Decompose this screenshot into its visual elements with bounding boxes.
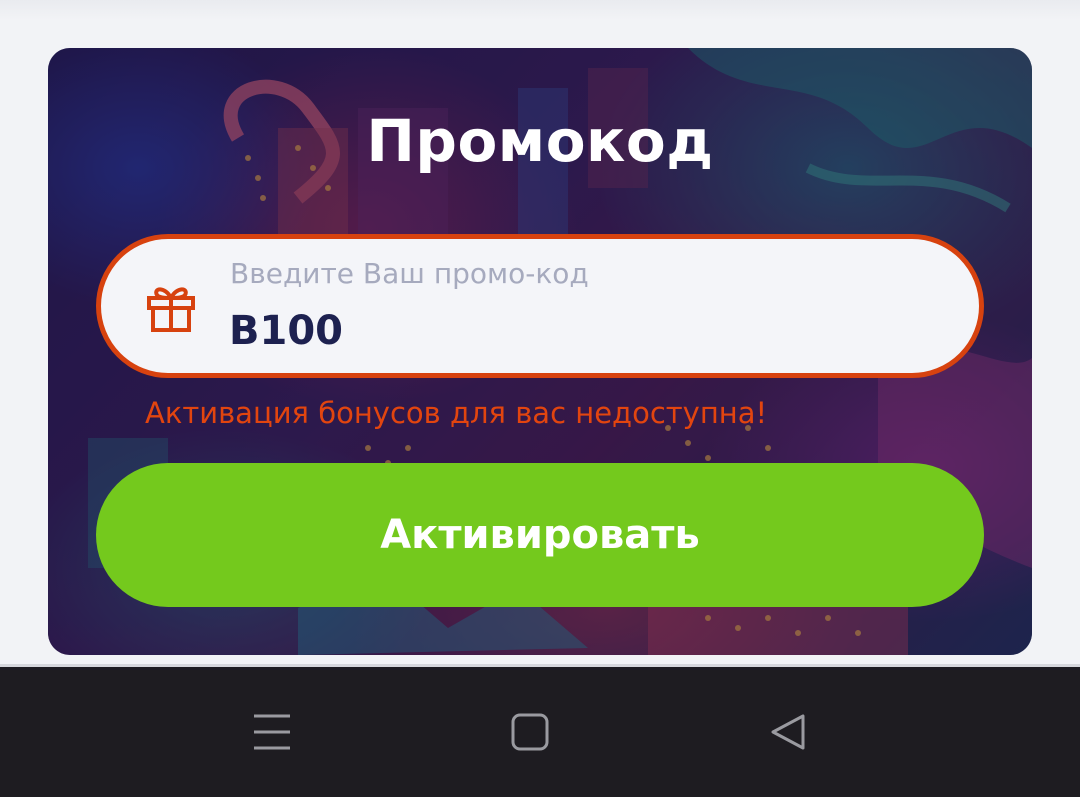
menu-lines-icon <box>254 714 290 750</box>
triangle-back-icon <box>771 714 805 750</box>
screen: Промокод Введите Ваш промо-код Активация… <box>0 0 1080 797</box>
square-icon <box>511 713 549 751</box>
promo-card: Промокод Введите Ваш промо-код Активация… <box>48 48 1032 655</box>
system-nav-bar <box>0 667 1080 797</box>
promo-code-field[interactable]: Введите Ваш промо-код <box>96 234 984 378</box>
home-button[interactable] <box>490 697 570 767</box>
top-strip <box>0 0 1080 20</box>
promo-code-label: Введите Ваш промо-код <box>230 257 589 290</box>
recent-apps-button[interactable] <box>232 697 312 767</box>
error-message: Активация бонусов для вас недоступна! <box>145 396 768 430</box>
promo-code-input[interactable] <box>229 307 829 355</box>
promo-title: Промокод <box>366 107 714 175</box>
back-button[interactable] <box>748 697 828 767</box>
activate-button[interactable]: Активировать <box>96 463 984 607</box>
gift-icon <box>147 287 195 332</box>
